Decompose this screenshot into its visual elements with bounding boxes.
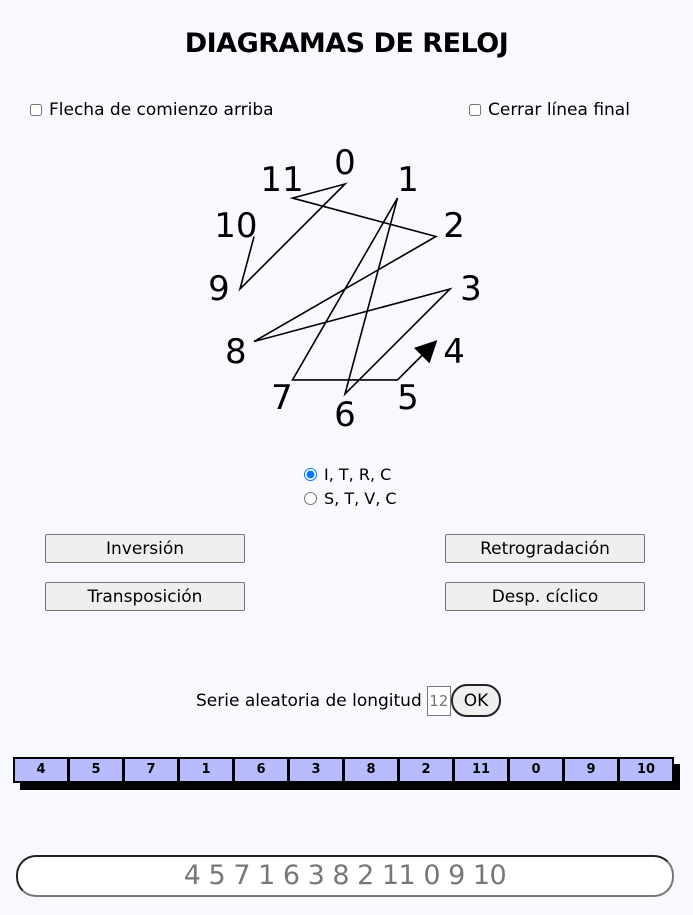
series-cell[interactable]: 4: [15, 759, 67, 781]
series-cell[interactable]: 8: [345, 759, 397, 781]
mode-label-stvc: S, T, V, C: [324, 488, 397, 508]
clock-number-0: 0: [334, 143, 356, 183]
mode-option-itrc[interactable]: I, T, R, C: [304, 462, 397, 486]
clock-number-1: 1: [397, 160, 419, 200]
close-line-checkbox[interactable]: [469, 104, 481, 116]
series-cell[interactable]: 6: [235, 759, 287, 781]
transposition-button[interactable]: Transposición: [45, 582, 245, 611]
start-arrow-option[interactable]: Flecha de comienzo arriba: [30, 100, 274, 120]
start-arrow-checkbox[interactable]: [30, 104, 42, 116]
series-cell[interactable]: 0: [510, 759, 562, 781]
page-title: DIAGRAMAS DE RELOJ: [184, 28, 509, 59]
clock-number-10: 10: [214, 206, 257, 246]
close-line-option[interactable]: Cerrar línea final: [469, 100, 630, 120]
random-series-label: Serie aleatoria de longitud: [196, 690, 422, 711]
series-cell[interactable]: 5: [70, 759, 122, 781]
series-cell[interactable]: 7: [125, 759, 177, 781]
series-path: [238, 182, 453, 397]
mode-radio-group: I, T, R, C S, T, V, C: [304, 462, 397, 510]
clock-number-5: 5: [397, 378, 419, 418]
series-cell[interactable]: 1: [180, 759, 232, 781]
mode-radio-itrc[interactable]: [304, 467, 317, 481]
series-row: 4 5 7 1 6 3 8 2 11 0 9 10: [13, 757, 674, 783]
series-cell[interactable]: 3: [290, 759, 342, 781]
close-line-label: Cerrar línea final: [488, 100, 630, 120]
mode-radio-stvc[interactable]: [304, 491, 317, 505]
clock-number-9: 9: [208, 269, 230, 309]
clock-number-7: 7: [271, 378, 293, 418]
random-series-control: Serie aleatoria de longitud OK: [196, 684, 502, 717]
mode-option-stvc[interactable]: S, T, V, C: [304, 486, 397, 510]
ok-button[interactable]: OK: [450, 684, 502, 717]
cyclic-shift-button[interactable]: Desp. cíclico: [445, 582, 645, 611]
retrogradation-button[interactable]: Retrogradación: [445, 534, 645, 563]
clock-number-8: 8: [225, 332, 247, 372]
series-table: 4 5 7 1 6 3 8 2 11 0 9 10: [13, 757, 680, 790]
series-cell[interactable]: 11: [455, 759, 507, 781]
clock-number-4: 4: [443, 332, 465, 372]
mode-label-itrc: I, T, R, C: [324, 464, 392, 484]
clock-number-3: 3: [460, 269, 482, 309]
inversion-button[interactable]: Inversión: [45, 534, 245, 563]
series-text-field[interactable]: 4 5 7 1 6 3 8 2 11 0 9 10: [16, 855, 674, 897]
clock-number-6: 6: [334, 395, 356, 435]
start-arrow-label: Flecha de comienzo arriba: [49, 100, 274, 120]
series-cell[interactable]: 2: [400, 759, 452, 781]
clock-number-2: 2: [443, 206, 465, 246]
series-cell[interactable]: 9: [565, 759, 617, 781]
series-length-input[interactable]: [426, 685, 451, 716]
series-cell[interactable]: 10: [620, 759, 672, 781]
clock-diagram: 0 12 3 45 6 78 9 1011: [208, 143, 482, 435]
clock-number-11: 11: [260, 160, 303, 200]
